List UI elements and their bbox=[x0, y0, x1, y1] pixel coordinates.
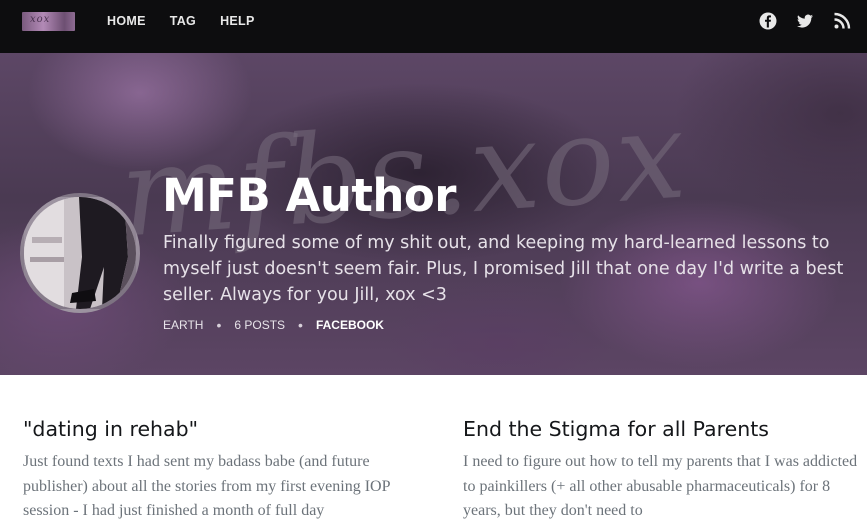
post-card[interactable]: End the Stigma for all Parents I need to… bbox=[463, 415, 863, 524]
author-meta: EARTH • 6 POSTS • FACEBOOK bbox=[163, 317, 384, 333]
author-post-count: 6 POSTS bbox=[234, 318, 286, 332]
rss-icon[interactable] bbox=[833, 12, 851, 30]
avatar-photo bbox=[24, 197, 136, 309]
post-title[interactable]: End the Stigma for all Parents bbox=[463, 415, 863, 443]
post-excerpt: I need to figure out how to tell my pare… bbox=[463, 453, 858, 519]
post-card[interactable]: "dating in rehab" Just found texts I had… bbox=[23, 415, 423, 524]
nav-links: HOME TAG HELP bbox=[107, 14, 255, 28]
twitter-icon[interactable] bbox=[796, 12, 814, 30]
meta-separator: • bbox=[298, 317, 303, 333]
nav-tag-link[interactable]: TAG bbox=[170, 14, 196, 28]
meta-separator: • bbox=[216, 317, 222, 333]
author-name: MFB Author bbox=[162, 169, 457, 222]
post-excerpt: Just found texts I had sent my badass ba… bbox=[23, 453, 390, 519]
post-title[interactable]: "dating in rehab" bbox=[23, 415, 423, 443]
author-bio: Finally figured some of my shit out, and… bbox=[163, 233, 844, 305]
logo-text: xox bbox=[30, 14, 51, 25]
top-navbar: xox HOME TAG HELP bbox=[0, 0, 867, 53]
nav-home-link[interactable]: HOME bbox=[107, 14, 146, 28]
social-links bbox=[759, 12, 851, 30]
facebook-icon[interactable] bbox=[759, 12, 777, 30]
author-location: EARTH bbox=[163, 318, 204, 332]
author-facebook-link[interactable]: FACEBOOK bbox=[316, 318, 384, 332]
site-logo[interactable]: xox bbox=[22, 12, 75, 31]
author-avatar bbox=[20, 193, 140, 313]
nav-help-link[interactable]: HELP bbox=[220, 14, 255, 28]
author-hero: mfbs.xox MFB Author Finally figured some… bbox=[0, 53, 867, 375]
